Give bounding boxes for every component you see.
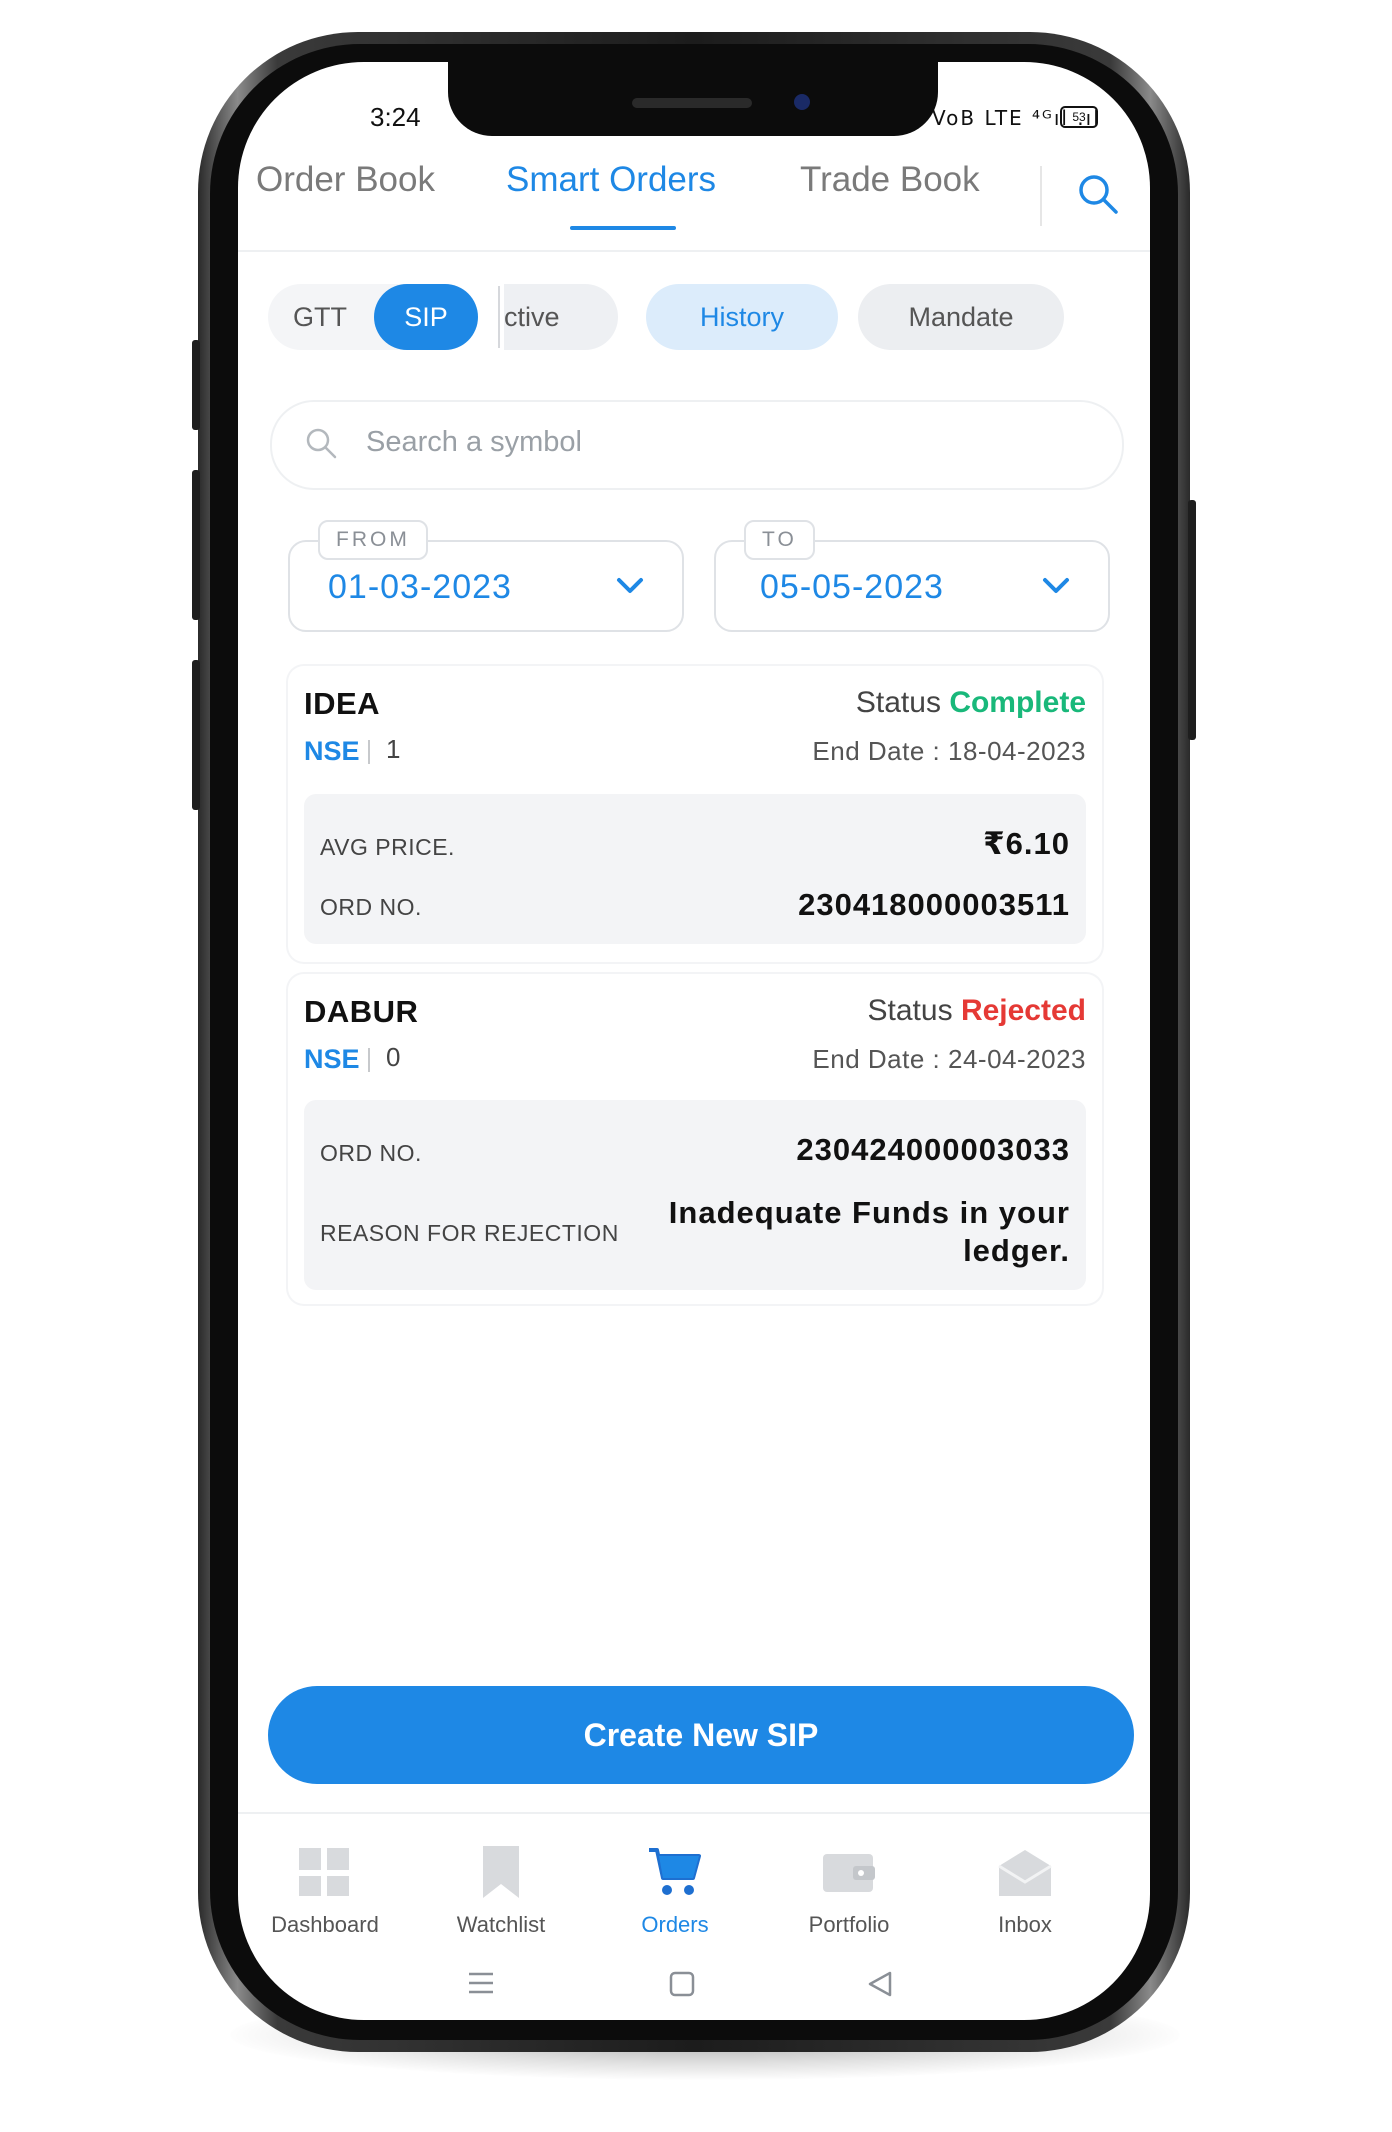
status-label: Status bbox=[867, 994, 953, 1027]
nav-portfolio[interactable]: Portfolio bbox=[764, 1832, 934, 1942]
nav-inbox[interactable]: Inbox bbox=[940, 1832, 1110, 1942]
nav-watchlist[interactable]: Watchlist bbox=[416, 1832, 586, 1942]
app-screen: 3:24 VoB LTE ⁴ᴳıl .ıl 53 Order Book Smar… bbox=[238, 62, 1150, 2020]
phone-volume-down-button bbox=[192, 660, 200, 810]
tab-order-book[interactable]: Order Book bbox=[256, 160, 435, 200]
nav-divider bbox=[238, 1812, 1150, 1814]
status-value: Complete bbox=[949, 686, 1086, 719]
order-end-date: End Date : 24-04-2023 bbox=[812, 1044, 1086, 1074]
chip-scroll-edge bbox=[498, 286, 500, 348]
phone-side-button bbox=[192, 340, 200, 430]
status-value: Rejected bbox=[960, 994, 1086, 1027]
active-tab-indicator bbox=[570, 226, 676, 230]
search-icon bbox=[1079, 175, 1118, 214]
nav-label: Dashboard bbox=[271, 1912, 379, 1937]
tab-smart-orders[interactable]: Smart Orders bbox=[506, 160, 716, 200]
order-status: Status Complete bbox=[856, 686, 1086, 720]
sip-toggle[interactable]: SIP bbox=[374, 284, 478, 350]
order-number-label: ORD NO. bbox=[320, 894, 422, 920]
phone-notch bbox=[448, 62, 938, 136]
battery-icon: 53 bbox=[1060, 106, 1098, 128]
search-placeholder: Search a symbol bbox=[366, 426, 582, 458]
nav-label: Watchlist bbox=[456, 1912, 546, 1937]
order-exchange: NSE bbox=[304, 1044, 360, 1074]
avg-price-value: ₹6.10 bbox=[983, 826, 1070, 861]
symbol-search-input[interactable]: Search a symbol bbox=[270, 400, 1124, 490]
gtt-toggle[interactable]: GTT bbox=[272, 284, 368, 350]
nav-label: Inbox bbox=[998, 1912, 1052, 1937]
order-details: ORD NO. 230424000003033 REASON FOR REJEC… bbox=[304, 1100, 1086, 1290]
status-time: 3:24 bbox=[370, 102, 421, 132]
phone-volume-up-button bbox=[192, 470, 200, 620]
nav-label: Portfolio bbox=[808, 1912, 890, 1937]
rejection-reason-value: Inadequate Funds in your ledger. bbox=[668, 1195, 1070, 1268]
create-new-sip-button[interactable]: Create New SIP bbox=[268, 1686, 1134, 1784]
back-icon[interactable] bbox=[866, 1970, 894, 1998]
order-card-dabur[interactable]: DABUR NSE 0 Status Rejected End Date : 2… bbox=[288, 974, 1102, 1304]
tab-trade-book[interactable]: Trade Book bbox=[800, 160, 980, 200]
phone-power-button bbox=[1188, 500, 1196, 740]
front-camera bbox=[794, 94, 810, 110]
order-symbol: IDEA bbox=[304, 686, 381, 721]
wallet-icon bbox=[823, 1854, 875, 1892]
order-end-date: End Date : 18-04-2023 bbox=[812, 736, 1086, 766]
dashboard-icon bbox=[299, 1848, 349, 1896]
order-status: Status Rejected bbox=[868, 994, 1086, 1028]
order-quantity: 0 bbox=[386, 1042, 401, 1072]
rejection-reason-label: REASON FOR REJECTION bbox=[320, 1220, 619, 1246]
header-divider bbox=[238, 250, 1150, 252]
search-button[interactable] bbox=[1074, 170, 1124, 220]
order-exchange: NSE bbox=[304, 736, 360, 766]
avg-price-label: AVG PRICE. bbox=[320, 834, 455, 860]
cart-icon bbox=[649, 1848, 701, 1895]
nav-label: Orders bbox=[641, 1912, 709, 1937]
nav-orders[interactable]: Orders bbox=[590, 1832, 760, 1942]
search-icon bbox=[306, 428, 337, 459]
exchange-separator bbox=[368, 1048, 370, 1072]
history-chip[interactable]: History bbox=[646, 284, 838, 350]
order-number-value: 230418000003511 bbox=[798, 887, 1070, 922]
home-icon[interactable] bbox=[668, 1970, 696, 1998]
nav-dashboard[interactable]: Dashboard bbox=[240, 1832, 410, 1942]
inbox-icon bbox=[998, 1850, 1052, 1896]
chevron-down-icon bbox=[617, 578, 643, 593]
from-date-value: 01-03-2023 bbox=[328, 568, 512, 606]
chevron-down-icon bbox=[1043, 578, 1069, 593]
exchange-separator bbox=[368, 740, 370, 764]
order-number-value: 230424000003033 bbox=[796, 1132, 1070, 1167]
order-number-label: ORD NO. bbox=[320, 1140, 422, 1166]
speaker-grille bbox=[632, 98, 752, 108]
menu-icon[interactable] bbox=[466, 1970, 496, 1996]
from-label: FROM bbox=[318, 520, 428, 560]
to-label: TO bbox=[744, 520, 815, 560]
order-card-idea[interactable]: IDEA NSE 1 Status Complete End Date : 18… bbox=[288, 666, 1102, 962]
order-quantity: 1 bbox=[386, 734, 401, 764]
status-label: Status bbox=[855, 686, 941, 719]
to-date-picker[interactable]: TO 05-05-2023 bbox=[714, 520, 1110, 632]
order-details: AVG PRICE. ₹6.10 ORD NO. 230418000003511 bbox=[304, 794, 1086, 944]
order-symbol: DABUR bbox=[304, 994, 419, 1029]
active-chip[interactable]: ctive bbox=[504, 284, 618, 350]
tab-divider bbox=[1040, 166, 1042, 226]
from-date-picker[interactable]: FROM 01-03-2023 bbox=[288, 520, 684, 632]
mandate-chip[interactable]: Mandate bbox=[858, 284, 1064, 350]
to-date-value: 05-05-2023 bbox=[760, 568, 944, 606]
bookmark-icon bbox=[483, 1846, 519, 1898]
